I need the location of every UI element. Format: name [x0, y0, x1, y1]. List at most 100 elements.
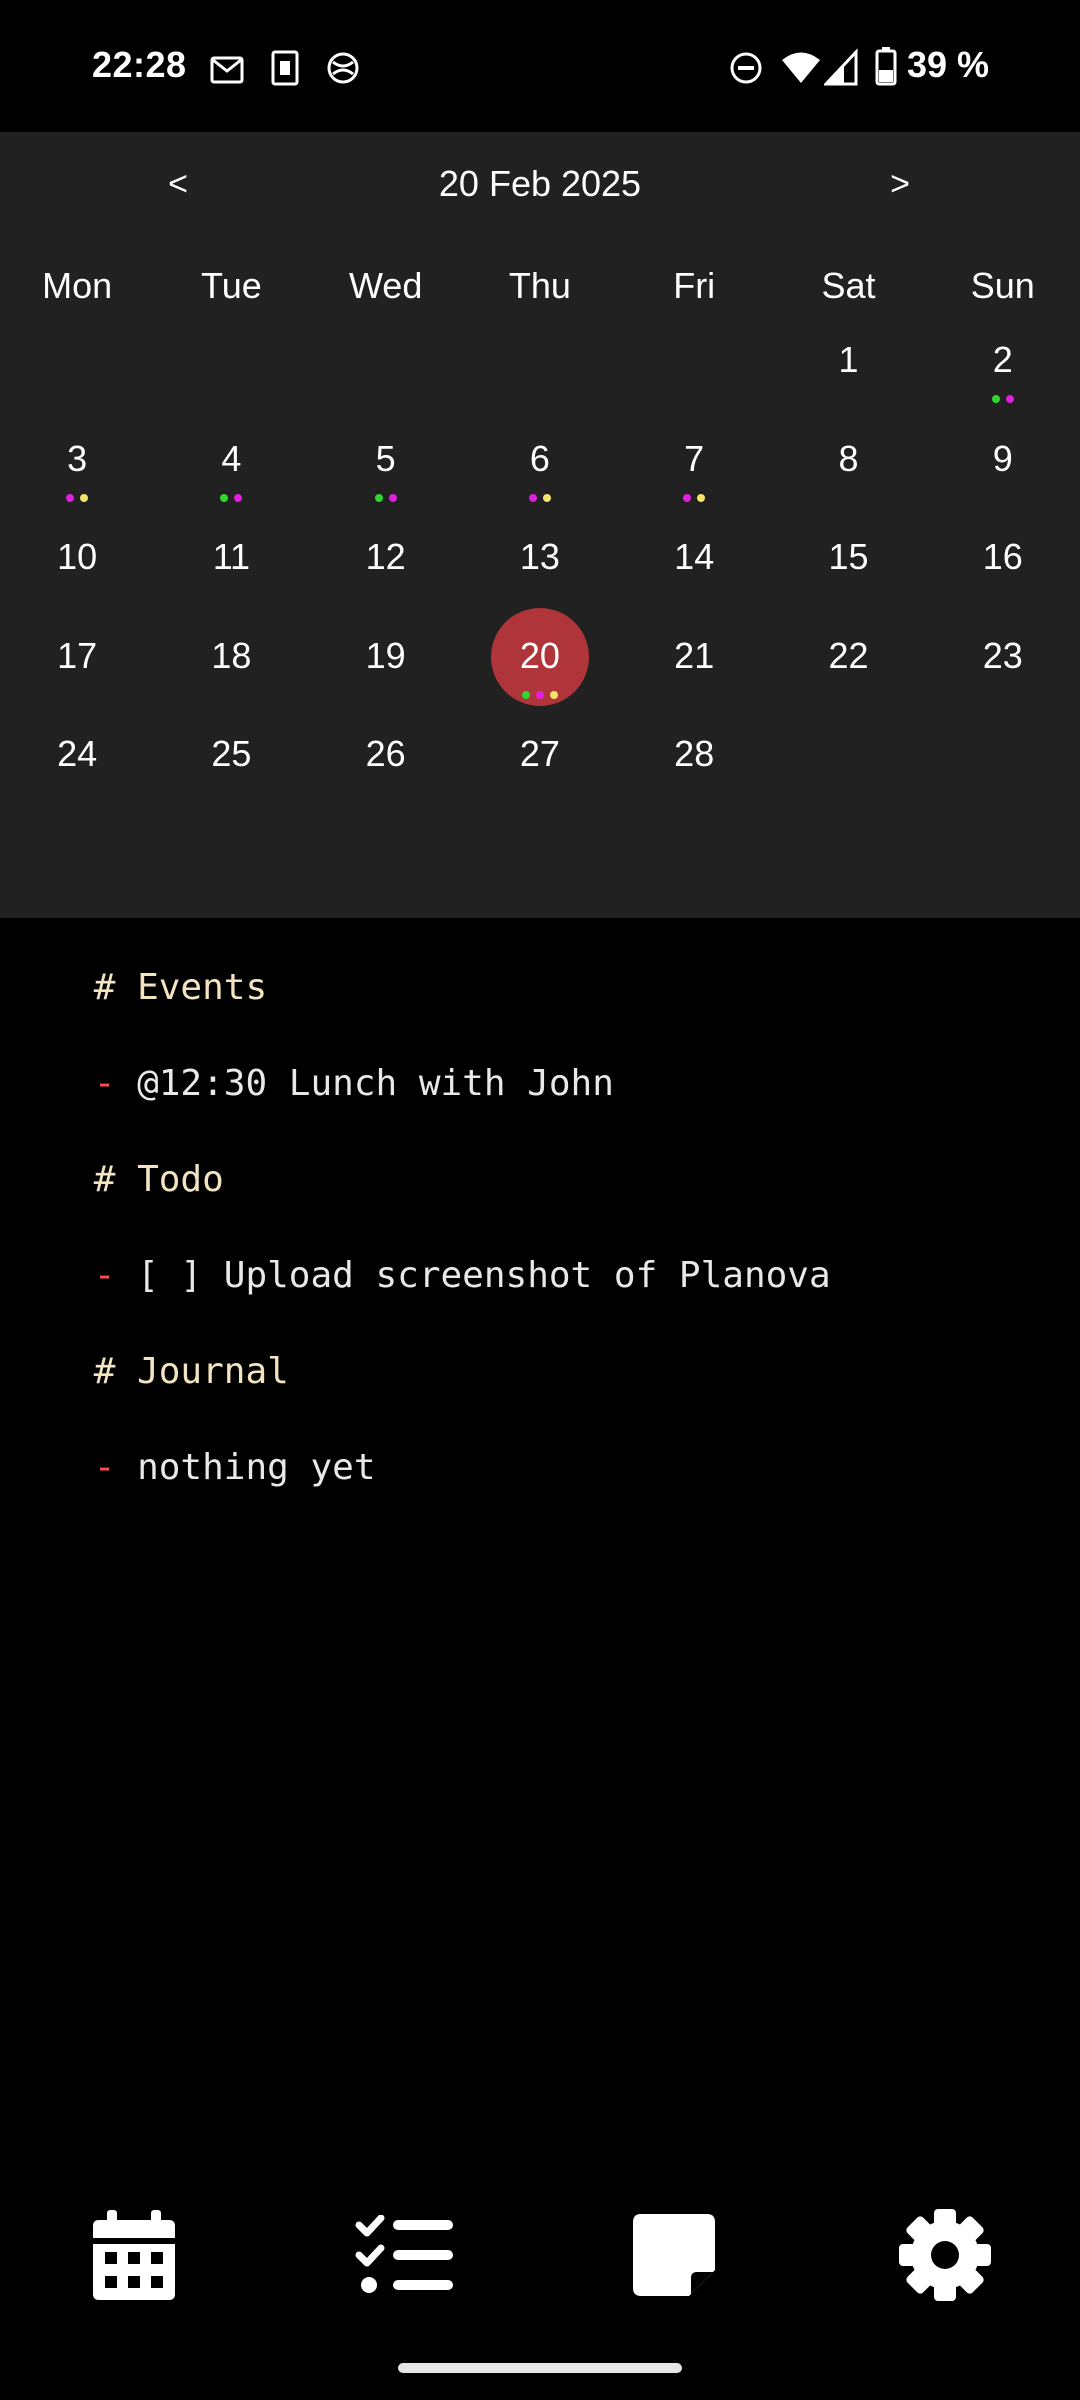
days-grid: 1 2 3 4 5 6 7 8 9 10 11 12 13 14 15 16 17 18 19 20 21 22 23 24 2…: [0, 312, 1080, 805]
day-cell[interactable]: 12: [309, 509, 463, 608]
day-cell[interactable]: 14: [617, 509, 771, 608]
empty-day-cell: [771, 706, 925, 805]
day-cell[interactable]: 15: [771, 509, 925, 608]
event-dot: [528, 493, 537, 502]
calendar-week-row: 17 18 19 20 21 22 23: [0, 607, 1080, 707]
journal-item[interactable]: - nothing yet: [7, 1406, 376, 1529]
day-number: 18: [211, 634, 252, 676]
empty-day-cell: [154, 312, 308, 411]
day-cell[interactable]: 10: [0, 509, 154, 608]
home-indicator[interactable]: [398, 2363, 682, 2373]
day-number: 13: [519, 536, 560, 577]
event-indicator-dots: [463, 493, 617, 502]
heading-text: Journal: [137, 1351, 289, 1392]
journal-text: nothing yet: [137, 1447, 376, 1488]
weekday-fri: Fri: [673, 265, 716, 306]
day-cell[interactable]: 3: [0, 411, 154, 510]
sync-icon: [327, 52, 359, 84]
previous-month-button[interactable]: <: [138, 154, 218, 214]
day-number: 27: [519, 733, 560, 774]
day-number: 2: [992, 339, 1013, 380]
day-number: 22: [828, 634, 869, 676]
day-cell[interactable]: 19: [309, 608, 463, 707]
day-cell[interactable]: 11: [154, 509, 308, 608]
todo-nav-button[interactable]: [345, 2200, 465, 2310]
day-cell[interactable]: 2: [926, 312, 1080, 411]
calendar-title: 20 Feb 2025: [438, 163, 642, 204]
day-cell[interactable]: 8: [771, 411, 925, 510]
day-number: 10: [57, 536, 98, 577]
day-cell[interactable]: 28: [617, 706, 771, 805]
day-cell[interactable]: 9: [926, 411, 1080, 510]
settings-icon: [899, 2209, 991, 2301]
heading-marker: #: [93, 1159, 116, 1200]
list-marker: -: [93, 1255, 116, 1296]
battery-icon: [875, 47, 897, 86]
day-cell[interactable]: 13: [463, 509, 617, 608]
day-cell[interactable]: 5: [309, 411, 463, 510]
day-cell[interactable]: 24: [0, 706, 154, 805]
empty-day-cell: [0, 312, 154, 411]
day-number: 5: [375, 437, 396, 479]
day-cell[interactable]: 16: [926, 509, 1080, 608]
weekday-sat: Sat: [821, 265, 876, 306]
event-dot: [234, 493, 243, 502]
calendar-week-row: 12: [0, 312, 1080, 411]
next-month-button[interactable]: >: [860, 154, 940, 214]
day-number: 25: [211, 733, 252, 774]
day-number: 21: [674, 634, 715, 676]
day-number: 17: [57, 634, 98, 676]
wifi-icon: [782, 52, 820, 83]
do-not-disturb-icon: [730, 52, 762, 84]
calendar: < 20 Feb 2025 > Mon Tue Wed Thu Fri Sat …: [0, 132, 1080, 918]
day-cell[interactable]: 25: [154, 706, 308, 805]
event-dot: [991, 395, 1000, 403]
day-cell[interactable]: 1: [771, 312, 925, 411]
day-number: 14: [674, 536, 715, 577]
event-dot: [220, 493, 229, 502]
day-cell[interactable]: 6: [463, 411, 617, 510]
event-dot: [697, 493, 706, 502]
weekday-wed: Wed: [348, 265, 423, 306]
day-cell[interactable]: 7: [617, 411, 771, 510]
bottom-navigation: [0, 2180, 1080, 2320]
notes-nav-button[interactable]: [614, 2200, 734, 2310]
note-icon: [633, 2214, 715, 2296]
calendar-nav-button[interactable]: [74, 2200, 194, 2310]
day-number: 7: [684, 437, 705, 479]
checklist-icon: [355, 2215, 453, 2293]
day-number: 11: [212, 536, 251, 577]
day-cell[interactable]: 23: [926, 608, 1080, 707]
status-bar: 22:28 39 %: [0, 0, 1080, 132]
day-number: 1: [838, 339, 859, 380]
event-indicator-dots: [463, 690, 617, 699]
calendar-header: < 20 Feb 2025 >: [0, 132, 1080, 232]
day-cell[interactable]: 20: [463, 607, 617, 707]
day-cell[interactable]: 21: [617, 608, 771, 707]
day-cell[interactable]: 18: [154, 608, 308, 707]
day-cell[interactable]: 17: [0, 608, 154, 707]
list-marker: -: [93, 1447, 116, 1488]
day-cell[interactable]: 4: [154, 411, 308, 510]
day-cell[interactable]: 22: [771, 608, 925, 707]
weekday-mon: Mon: [42, 265, 113, 306]
event-dot: [66, 493, 75, 502]
day-cell[interactable]: 26: [309, 706, 463, 805]
day-number: 19: [365, 634, 406, 676]
event-dot: [683, 493, 692, 502]
list-marker: -: [93, 1063, 116, 1104]
settings-nav-button[interactable]: [885, 2200, 1005, 2310]
calendar-week-row: 10 11 12 13 14 15 16: [0, 509, 1080, 608]
event-dot: [535, 690, 544, 699]
day-number: 8: [838, 437, 859, 479]
event-indicator-dots: [926, 395, 1080, 403]
day-cell[interactable]: 27: [463, 706, 617, 805]
empty-day-cell: [926, 706, 1080, 805]
day-number: 28: [674, 733, 715, 774]
day-number: 9: [992, 437, 1013, 479]
sim-card-icon: [271, 50, 299, 86]
day-number: 24: [57, 733, 98, 774]
empty-day-cell: [309, 312, 463, 411]
event-text: @12:30 Lunch with John: [137, 1063, 614, 1104]
day-number: 20: [519, 634, 560, 676]
